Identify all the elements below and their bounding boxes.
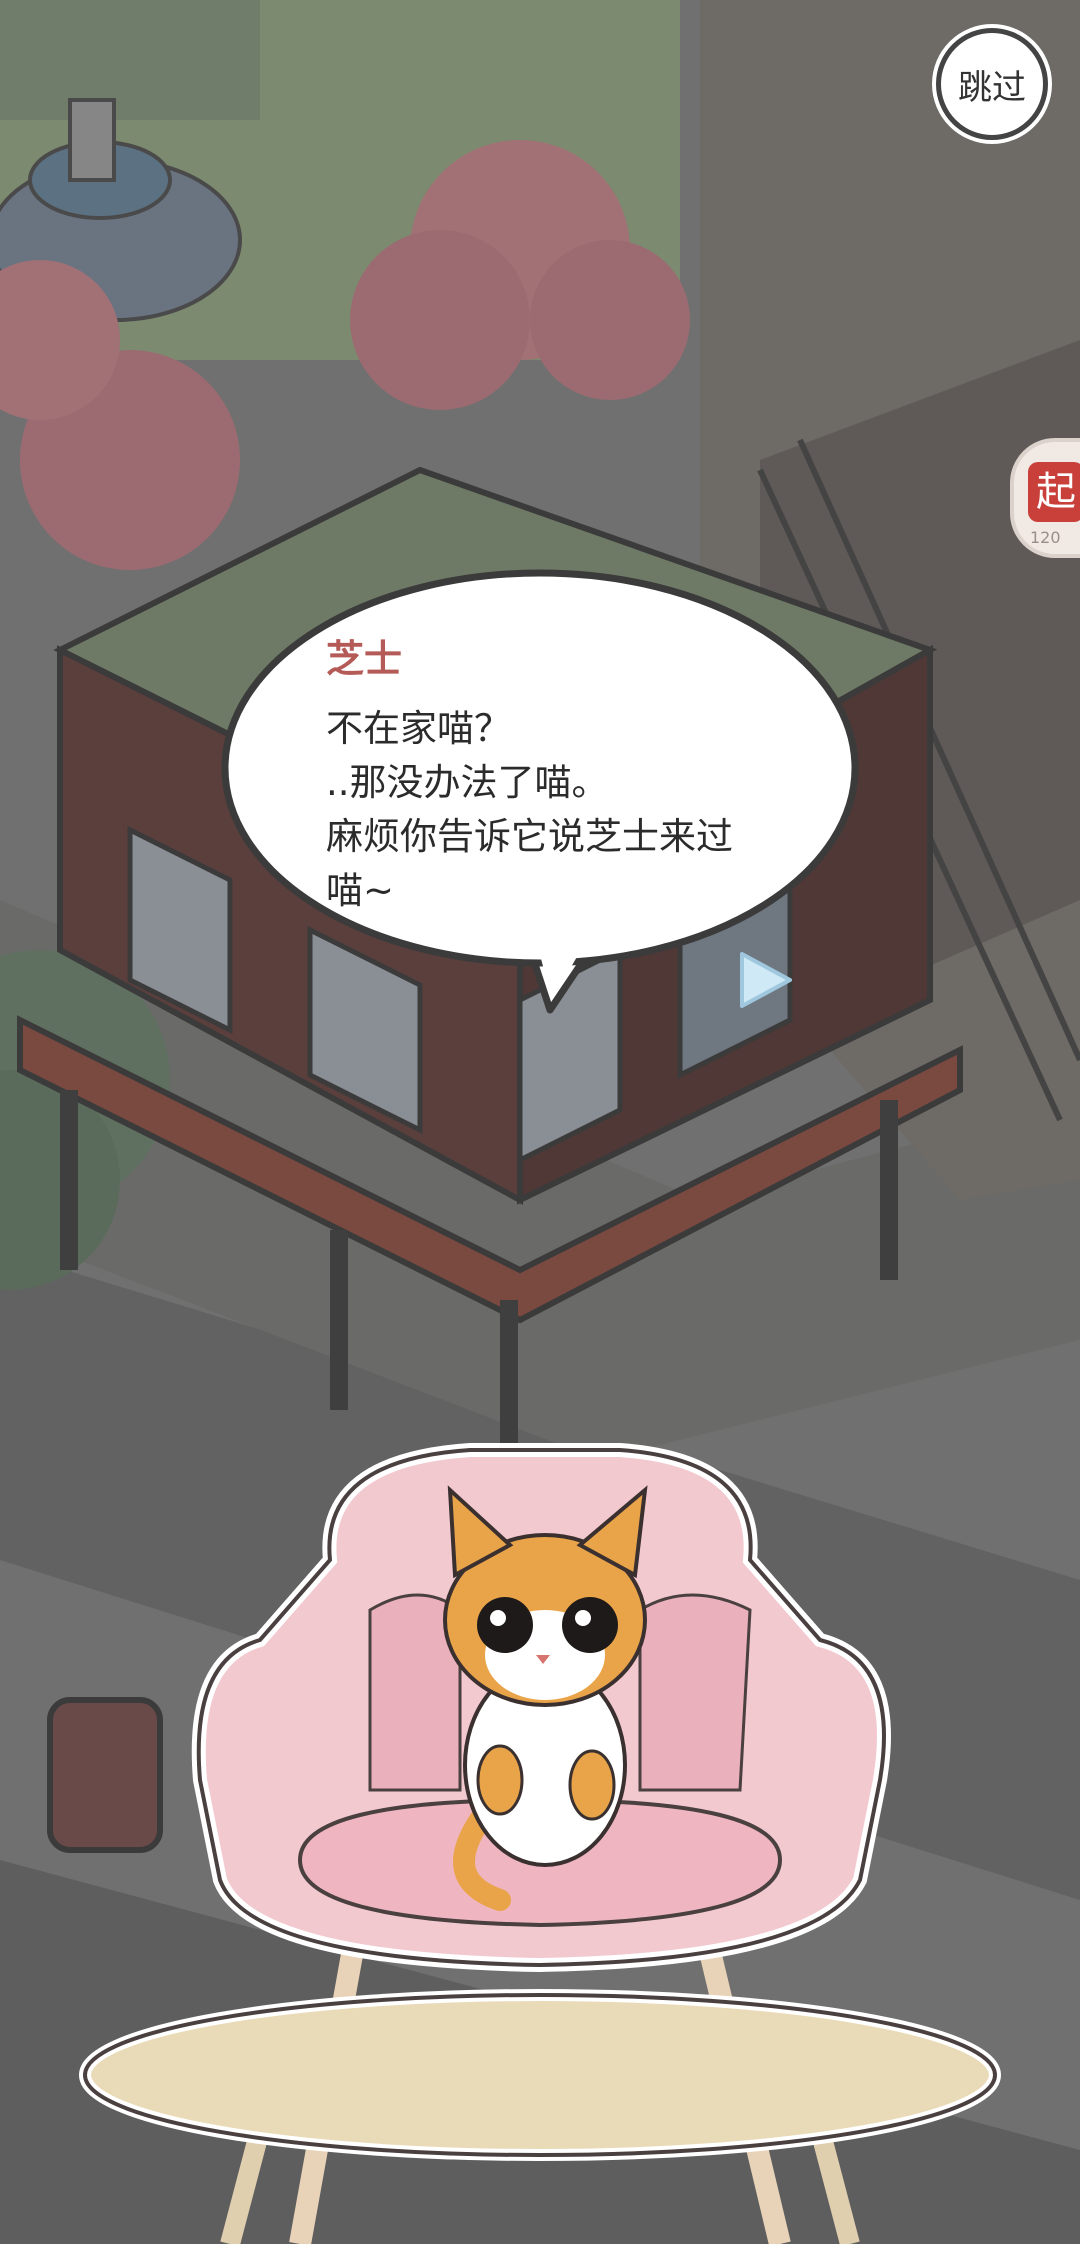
dialog-line: 喵~ xyxy=(326,869,395,912)
dialog-line: 不在家喵？ xyxy=(326,707,511,750)
event-glyph: 起 xyxy=(1028,462,1080,522)
event-number: 120 xyxy=(1030,528,1061,547)
game-scene xyxy=(0,0,1080,2244)
next-arrow-icon[interactable] xyxy=(736,950,794,1010)
dialog-line: 麻烦你告诉它说芝士来过 xyxy=(326,815,733,858)
mailbox xyxy=(47,1697,163,1853)
skip-button[interactable]: 跳过 xyxy=(936,28,1048,140)
speaker-name: 芝士 xyxy=(326,637,403,681)
side-event-badge[interactable]: 起 120 xyxy=(1010,438,1080,558)
dialog-line: ..那没办法了喵。 xyxy=(326,761,609,804)
